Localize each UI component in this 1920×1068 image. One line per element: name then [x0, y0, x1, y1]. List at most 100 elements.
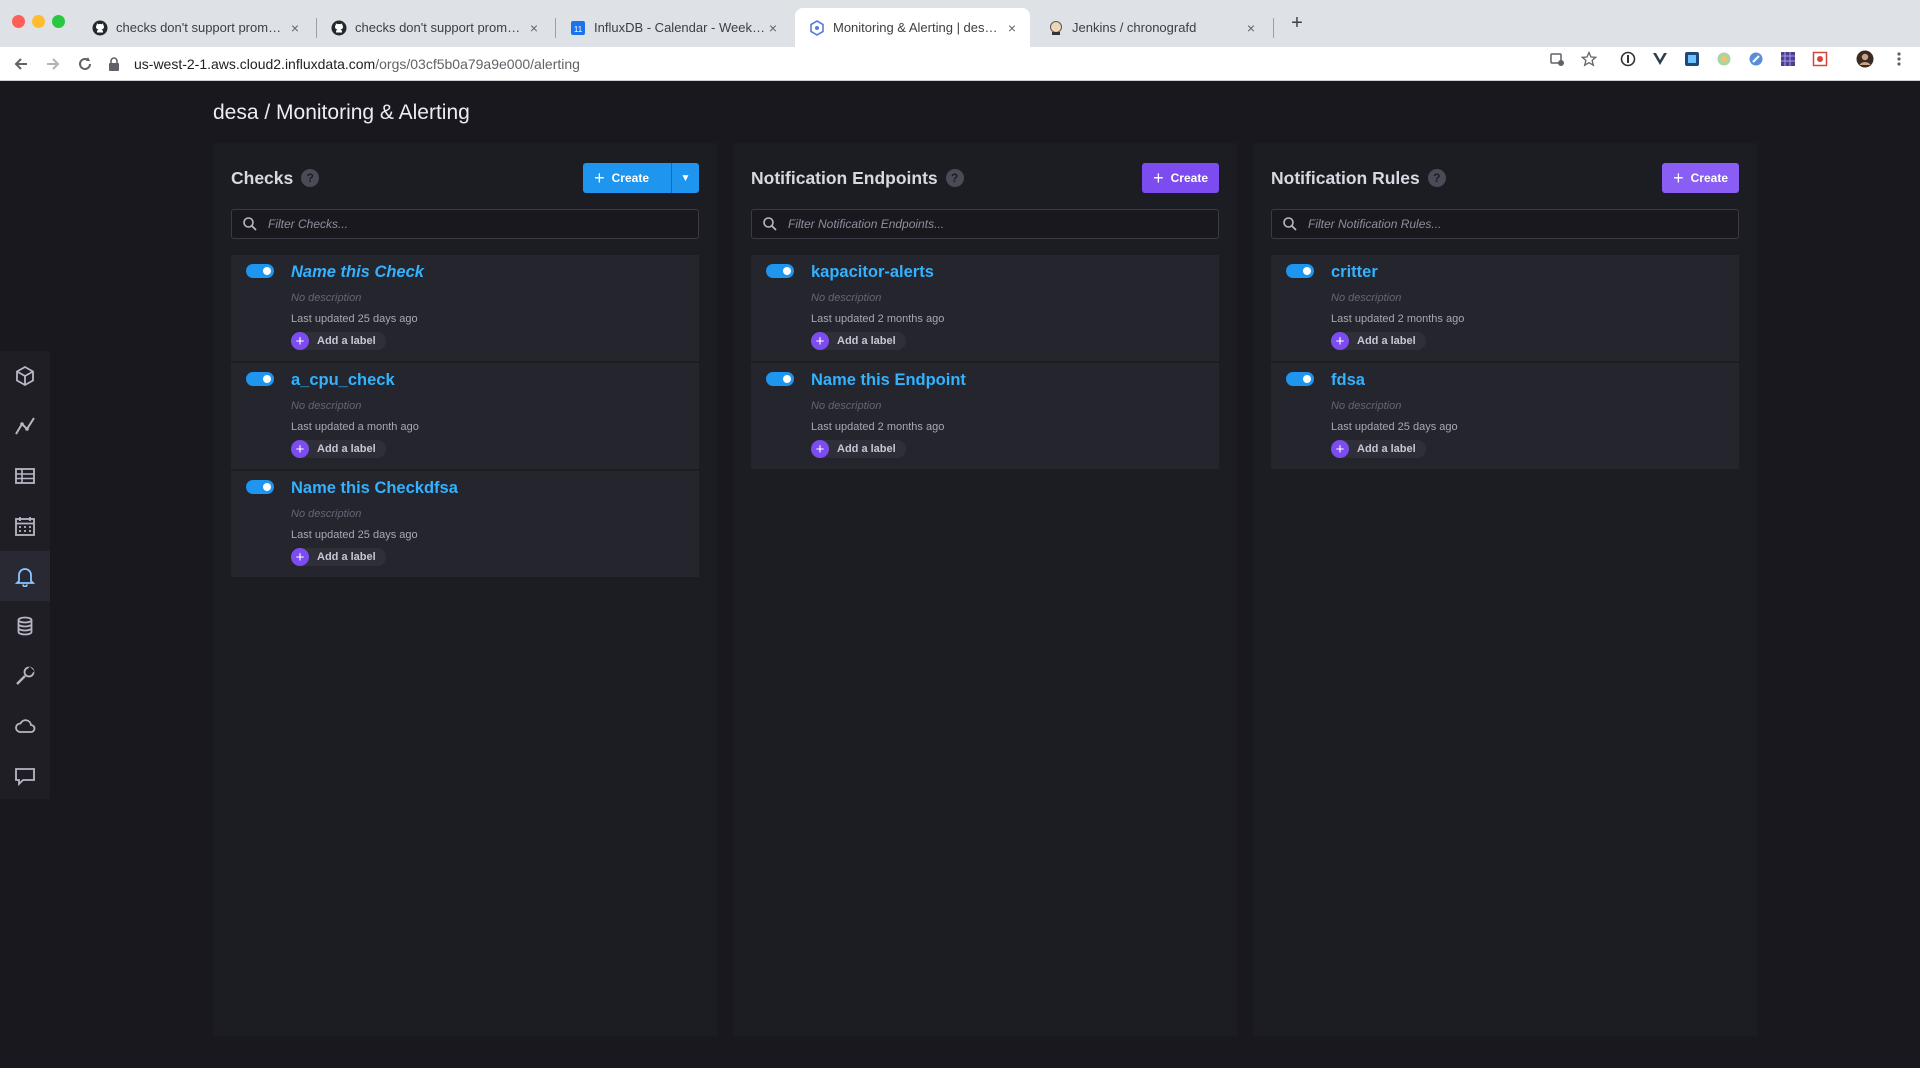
rule-card[interactable]: fdsa No description Last updated 25 days…: [1271, 363, 1739, 469]
browser-menu-kebab-icon[interactable]: [1890, 50, 1908, 68]
nav-item-graphs[interactable]: [0, 401, 50, 451]
nav-item-data-explorer[interactable]: [0, 351, 50, 401]
check-name[interactable]: Name this Check: [291, 263, 424, 282]
nav-item-feedback[interactable]: [0, 751, 50, 801]
rule-enabled-toggle[interactable]: [1286, 372, 1314, 386]
plus-icon: +: [594, 168, 605, 188]
check-enabled-toggle[interactable]: [246, 480, 274, 494]
nav-item-data[interactable]: [0, 601, 50, 651]
add-label-button[interactable]: + Add a label: [291, 440, 386, 458]
browser-tab[interactable]: Jenkins / chronografd ×: [1034, 8, 1269, 47]
rules-header: Notification Rules ? + Create: [1271, 143, 1739, 209]
endpoint-description[interactable]: No description: [811, 292, 881, 304]
check-description[interactable]: No description: [291, 400, 361, 412]
bell-icon: [14, 568, 36, 587]
endpoint-card[interactable]: Name this Endpoint No description Last u…: [751, 363, 1219, 469]
back-arrow-icon[interactable]: [10, 53, 32, 75]
help-icon[interactable]: ?: [1427, 169, 1446, 187]
checks-column: Checks ? + Create ▼ Filter Checks... Nam…: [213, 143, 717, 1036]
plus-icon: +: [291, 548, 309, 566]
create-label: Create: [1170, 171, 1208, 185]
check-name[interactable]: a_cpu_check: [291, 371, 395, 390]
extension-blue-circle-icon[interactable]: [1747, 50, 1765, 68]
check-enabled-toggle[interactable]: [246, 264, 274, 278]
translate-blocked-icon[interactable]: [1548, 50, 1566, 68]
endpoint-enabled-toggle[interactable]: [766, 372, 794, 386]
check-description[interactable]: No description: [291, 292, 361, 304]
endpoint-name[interactable]: kapacitor-alerts: [811, 263, 934, 282]
tab-title: Jenkins / chronografd: [1072, 20, 1197, 35]
filter-rules-input[interactable]: Filter Notification Rules...: [1271, 209, 1739, 239]
help-icon[interactable]: ?: [945, 169, 964, 187]
create-endpoint-button[interactable]: + Create: [1142, 163, 1219, 193]
jenkins-icon: [1048, 20, 1064, 36]
filter-endpoints-input[interactable]: Filter Notification Endpoints...: [751, 209, 1219, 239]
add-label-button[interactable]: + Add a label: [811, 440, 906, 458]
browser-tab-active[interactable]: Monitoring & Alerting | desa | Inf ×: [795, 8, 1030, 47]
window-close-button[interactable]: [12, 15, 25, 28]
check-name[interactable]: Name this Checkdfsa: [291, 479, 458, 498]
tab-close-icon[interactable]: ×: [287, 20, 303, 36]
create-check-button[interactable]: + Create: [583, 163, 671, 193]
calendar-icon: 11: [570, 20, 586, 36]
nav-item-settings[interactable]: [0, 651, 50, 701]
address-bar[interactable]: us-west-2-1.aws.cloud2.influxdata.com/or…: [108, 51, 1548, 77]
grid-icon: [15, 468, 35, 484]
rule-description[interactable]: No description: [1331, 400, 1401, 412]
tab-close-icon[interactable]: ×: [765, 20, 781, 36]
check-card[interactable]: Name this Checkdfsa No description Last …: [231, 471, 699, 577]
help-icon[interactable]: ?: [301, 169, 320, 187]
nav-item-alerting[interactable]: [0, 551, 50, 601]
endpoint-card[interactable]: kapacitor-alerts No description Last upd…: [751, 255, 1219, 361]
rules-column: Notification Rules ? + Create Filter Not…: [1253, 143, 1757, 1036]
check-enabled-toggle[interactable]: [246, 372, 274, 386]
plus-icon: +: [1331, 440, 1349, 458]
filter-checks-input[interactable]: Filter Checks...: [231, 209, 699, 239]
endpoints-header: Notification Endpoints ? + Create: [751, 143, 1219, 209]
extension-blue-square-icon[interactable]: [1683, 50, 1701, 68]
rule-card[interactable]: critter No description Last updated 2 mo…: [1271, 255, 1739, 361]
nav-item-dashboards[interactable]: [0, 451, 50, 501]
create-rule-button[interactable]: + Create: [1662, 163, 1739, 193]
filter-placeholder: Filter Checks...: [268, 217, 349, 231]
check-card[interactable]: a_cpu_check No description Last updated …: [231, 363, 699, 469]
extension-red-capture-icon[interactable]: [1811, 50, 1829, 68]
add-label-button[interactable]: + Add a label: [291, 548, 386, 566]
browser-tab[interactable]: 11 InfluxDB - Calendar - Week of N ×: [556, 8, 791, 47]
add-label-button[interactable]: + Add a label: [1331, 440, 1426, 458]
add-label-button[interactable]: + Add a label: [291, 332, 386, 350]
chevron-down-icon[interactable]: ▼: [671, 163, 699, 193]
extension-colorful-icon[interactable]: [1715, 50, 1733, 68]
endpoint-name[interactable]: Name this Endpoint: [811, 371, 966, 390]
bookmark-star-icon[interactable]: [1580, 50, 1598, 68]
tab-close-icon[interactable]: ×: [1243, 20, 1259, 36]
endpoint-description[interactable]: No description: [811, 400, 881, 412]
rule-enabled-toggle[interactable]: [1286, 264, 1314, 278]
rule-name[interactable]: critter: [1331, 263, 1378, 282]
tab-close-icon[interactable]: ×: [1004, 20, 1020, 36]
plus-icon: +: [1331, 332, 1349, 350]
rule-name[interactable]: fdsa: [1331, 371, 1365, 390]
profile-avatar[interactable]: [1856, 50, 1874, 68]
window-minimize-button[interactable]: [32, 15, 45, 28]
new-tab-plus-icon[interactable]: +: [1285, 12, 1309, 35]
add-label-button[interactable]: + Add a label: [1331, 332, 1426, 350]
nav-item-cloud[interactable]: [0, 701, 50, 751]
window-maximize-button[interactable]: [52, 15, 65, 28]
nav-item-tasks[interactable]: [0, 501, 50, 551]
endpoint-enabled-toggle[interactable]: [766, 264, 794, 278]
browser-tab[interactable]: checks don't support prometheus ×: [78, 8, 313, 47]
tab-close-icon[interactable]: ×: [526, 20, 542, 36]
extension-purple-grid-icon[interactable]: [1779, 50, 1797, 68]
forward-arrow-icon[interactable]: [42, 53, 64, 75]
check-card[interactable]: Name this Check No description Last upda…: [231, 255, 699, 361]
add-label-button[interactable]: + Add a label: [811, 332, 906, 350]
check-description[interactable]: No description: [291, 508, 361, 520]
reload-icon[interactable]: [74, 53, 96, 75]
add-label-text: Add a label: [837, 335, 896, 347]
add-label-text: Add a label: [1357, 443, 1416, 455]
vue-devtools-extension-icon[interactable]: [1651, 50, 1669, 68]
browser-tab[interactable]: checks don't support prometheus ×: [317, 8, 552, 47]
rule-description[interactable]: No description: [1331, 292, 1401, 304]
onepassword-extension-icon[interactable]: [1619, 50, 1637, 68]
